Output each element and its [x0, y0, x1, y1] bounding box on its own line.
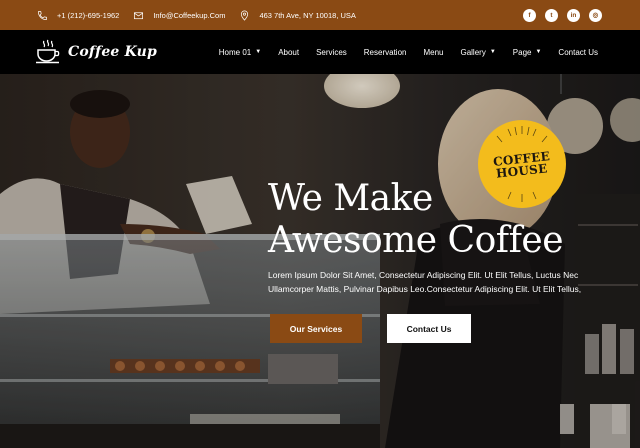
- top-info-bar: +1 (212)-695-1962 Info@Coffeekup.Com 463…: [0, 0, 640, 30]
- email-info[interactable]: Info@Coffeekup.Com: [133, 10, 225, 21]
- nav-item-label: Page: [512, 47, 532, 57]
- headline-line-2: Awesome Coffee: [268, 220, 564, 261]
- phone-info[interactable]: +1 (212)-695-1962: [37, 10, 119, 21]
- nav-item-label: Contact Us: [558, 47, 598, 57]
- headline-line-1: We Make: [268, 178, 433, 219]
- brand-logo[interactable]: Coffee Kup: [34, 39, 157, 65]
- twitter-icon[interactable]: t: [545, 8, 558, 22]
- phone-icon: [38, 10, 47, 20]
- brand-name: Coffee Kup: [68, 44, 158, 60]
- main-navbar: Coffee Kup Home 01 ▼ About Services Reser…: [0, 30, 640, 74]
- nav-item-label: Home 01: [218, 47, 252, 57]
- chevron-down-icon: ▼: [489, 49, 496, 55]
- nav-item-page[interactable]: Page ▼: [504, 48, 550, 57]
- nav-item-services[interactable]: Services: [308, 48, 356, 57]
- nav-item-label: About: [278, 47, 300, 57]
- email-text: Info@Coffeekup.Com: [153, 10, 226, 20]
- hero-banner: COFFEE HOUSE We Make Awesome Coffee Lore…: [0, 74, 640, 448]
- facebook-icon[interactable]: f: [523, 8, 536, 22]
- nav-item-home[interactable]: Home 01 ▼: [210, 48, 269, 57]
- nav-item-label: Menu: [423, 47, 444, 57]
- instagram-icon[interactable]: ◎: [589, 8, 602, 22]
- nav-item-reservation[interactable]: Reservation: [355, 48, 415, 57]
- chevron-down-icon: ▼: [535, 49, 542, 55]
- phone-text: +1 (212)-695-1962: [57, 10, 120, 20]
- nav-item-label: Gallery: [460, 47, 486, 57]
- linkedin-icon[interactable]: in: [567, 8, 580, 22]
- nav-item-label: Reservation: [363, 47, 407, 57]
- coffee-cup-icon: [36, 39, 60, 64]
- hero-headline: We Make Awesome Coffee: [268, 178, 608, 262]
- social-links: f t in ◎: [523, 8, 602, 22]
- nav-item-contact[interactable]: Contact Us: [550, 48, 598, 57]
- our-services-button[interactable]: Our Services: [270, 314, 362, 343]
- hero-subtext: Lorem Ipsum Dolor Sit Amet, Consectetur …: [268, 270, 582, 294]
- mail-icon: [134, 11, 144, 19]
- nav-item-menu[interactable]: Menu: [415, 48, 452, 57]
- location-pin-icon: [241, 10, 249, 21]
- address-text: 463 7th Ave, NY 10018, USA: [259, 10, 356, 20]
- nav-item-gallery[interactable]: Gallery ▼: [452, 48, 504, 57]
- chevron-down-icon: ▼: [255, 49, 262, 55]
- nav-menu: Home 01 ▼ About Services Reservation Menu…: [210, 48, 598, 57]
- nav-item-about[interactable]: About: [270, 48, 308, 57]
- nav-item-label: Services: [316, 47, 347, 57]
- contact-us-button[interactable]: Contact Us: [387, 314, 471, 343]
- address-info: 463 7th Ave, NY 10018, USA: [239, 10, 356, 21]
